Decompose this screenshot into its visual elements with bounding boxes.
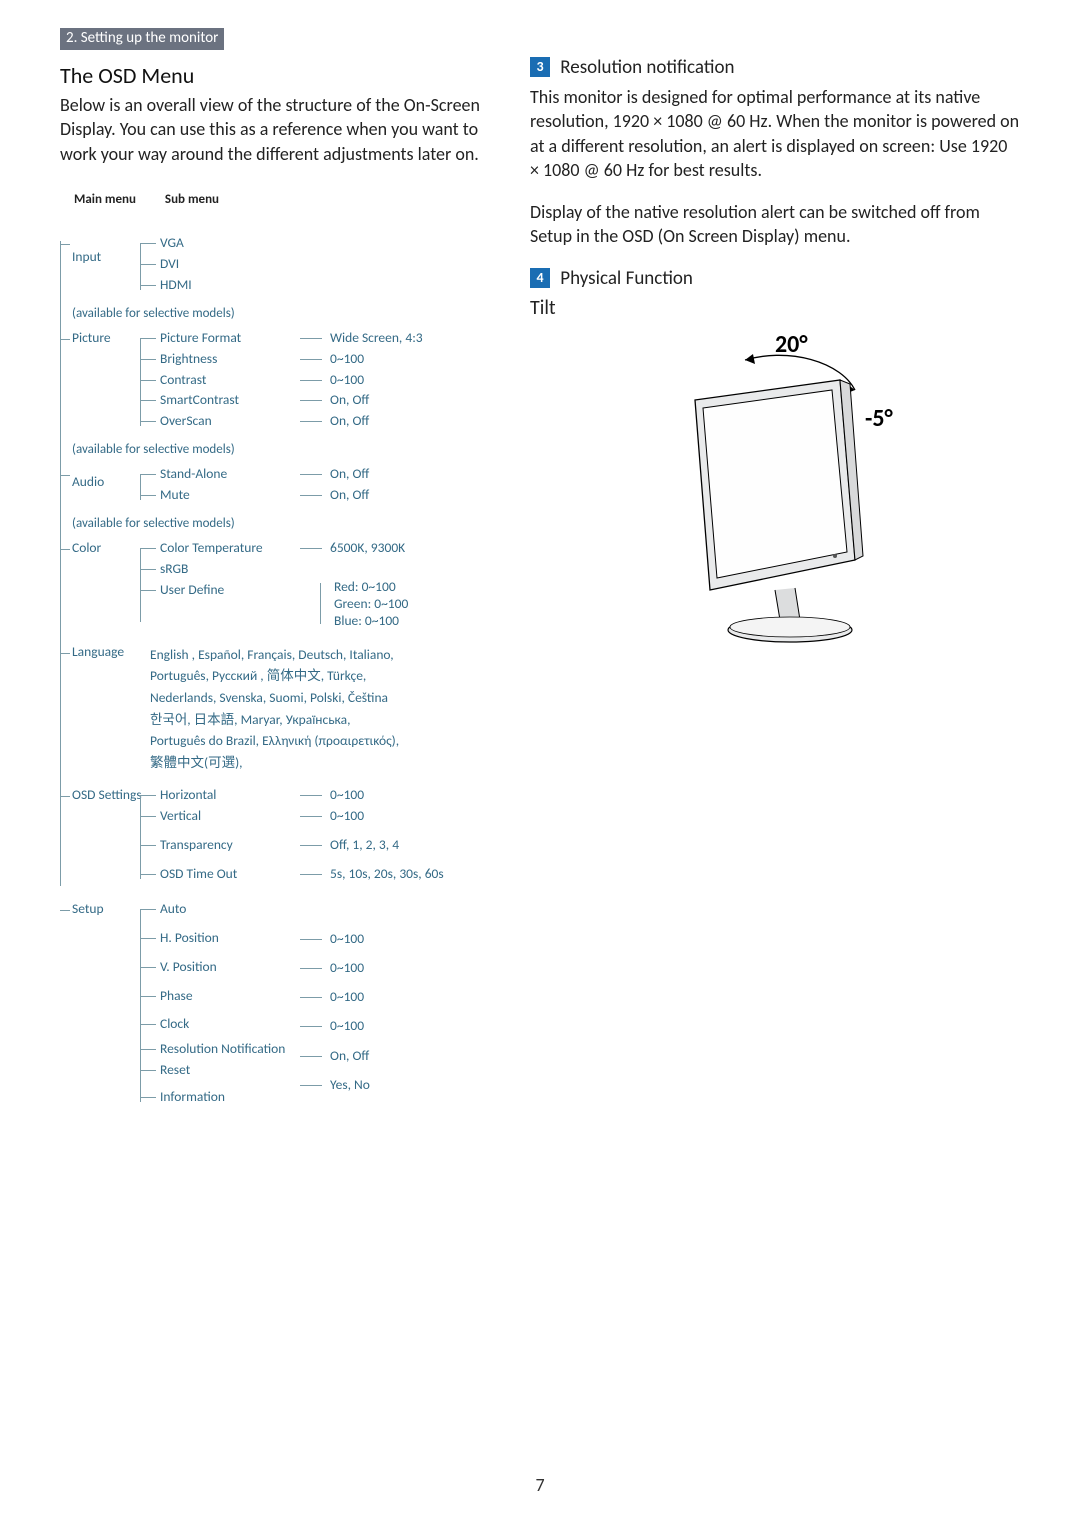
- cat-language: Language English , Español, Français, De…: [60, 644, 490, 774]
- sub-transparency: Transparency: [150, 837, 300, 854]
- menu-headers: Main menu Sub menu: [60, 192, 490, 207]
- sub-overscan: OverScan: [150, 413, 300, 430]
- val-overscan: On, Off: [300, 413, 490, 430]
- cat-osd-settings: OSD Settings Horizontal Vertical Transpa…: [60, 787, 490, 887]
- sub-brightness: Brightness: [150, 351, 300, 368]
- lang-line-4: Português do Brazil, Ελληνική (προαιρετι…: [150, 730, 490, 752]
- tilt-illustration: 20° -5°: [530, 330, 1020, 655]
- cat-input: Input VGA DVI HDMI: [60, 235, 490, 298]
- sub-user-define: User Define: [150, 582, 300, 599]
- sub-picture-format: Picture Format: [150, 330, 300, 347]
- val-brightness: 0~100: [300, 351, 490, 368]
- val-standalone: On, Off: [300, 466, 490, 483]
- section-3-p1: This monitor is designed for optimal per…: [530, 85, 1020, 182]
- cat-picture-label: Picture: [60, 330, 150, 434]
- cat-audio: Audio Stand-Alone Mute On, Off On, Off: [60, 466, 490, 508]
- val-vertical: 0~100: [300, 808, 490, 825]
- header-sub: Sub menu: [165, 192, 219, 207]
- osd-menu-intro: Below is an overall view of the structur…: [60, 93, 490, 166]
- cat-language-label: Language: [60, 644, 150, 774]
- sub-vertical: Vertical: [150, 808, 300, 825]
- sub-information: Information: [150, 1089, 300, 1106]
- val-transparency: Off, 1, 2, 3, 4: [300, 837, 490, 854]
- lang-line-3: 한국어, 日本語, Maryar, Українська,: [150, 709, 490, 731]
- osd-tree: Input VGA DVI HDMI (available for select…: [60, 235, 490, 1110]
- cat-input-label: Input: [60, 235, 150, 298]
- sub-reset: Reset: [150, 1062, 300, 1079]
- sub-contrast: Contrast: [150, 372, 300, 389]
- right-column: 3 Resolution notification This monitor i…: [530, 56, 1020, 1118]
- section-3-head: 3 Resolution notification: [530, 56, 1020, 79]
- sub-phase: Phase: [150, 988, 300, 1005]
- sub-smartcontrast: SmartContrast: [150, 392, 300, 409]
- section-3-title: Resolution notification: [560, 56, 734, 79]
- note-selective-2: (available for selective models): [72, 442, 490, 458]
- sub-vga: VGA: [150, 235, 300, 252]
- lang-line-2: Nederlands, Svenska, Suomi, Polski, Češt…: [150, 687, 490, 709]
- sub-resnotif: Resolution Notification: [150, 1041, 300, 1058]
- sub-mute: Mute: [150, 487, 300, 504]
- sub-standalone: Stand-Alone: [150, 466, 300, 483]
- val-phase: 0~100: [300, 989, 490, 1006]
- tilt-angle-fwd: -5°: [865, 404, 894, 433]
- sub-auto: Auto: [150, 901, 300, 918]
- sub-horizontal: Horizontal: [150, 787, 300, 804]
- cat-osd-settings-label: OSD Settings: [60, 787, 150, 887]
- val-color-temp: 6500K, 9300K: [300, 540, 490, 557]
- sub-hposition: H. Position: [150, 930, 300, 947]
- cat-audio-label: Audio: [60, 466, 150, 508]
- sub-clock: Clock: [150, 1016, 300, 1033]
- section-4-head: 4 Physical Function: [530, 267, 1020, 290]
- lang-line-5: 繁體中文(可選),: [150, 752, 490, 774]
- sub-osd-timeout: OSD Time Out: [150, 866, 300, 883]
- badge-3: 3: [530, 57, 550, 77]
- val-resnotif: On, Off: [300, 1048, 490, 1065]
- val-vposition: 0~100: [300, 960, 490, 977]
- val-clock: 0~100: [300, 1018, 490, 1035]
- header-main: Main menu: [74, 192, 136, 207]
- sub-dvi: DVI: [150, 256, 300, 273]
- lang-line-1: Português, Русский , 简体中文, Türkçe,: [150, 665, 490, 687]
- chapter-bar: 2. Setting up the monitor: [60, 28, 224, 50]
- osd-menu-title: The OSD Menu: [60, 62, 490, 89]
- section-3-p2: Display of the native resolution alert c…: [530, 200, 1020, 249]
- val-green: Green: 0~100: [330, 596, 490, 613]
- lang-line-0: English , Español, Français, Deutsch, It…: [150, 644, 490, 666]
- note-selective-1: (available for selective models): [72, 306, 490, 322]
- sub-hdmi: HDMI: [150, 277, 300, 294]
- cat-setup: Setup Auto H. Position V. Position Phase…: [60, 901, 490, 1110]
- val-red: Red: 0~100: [330, 579, 490, 596]
- page-number: 7: [0, 1474, 1080, 1496]
- sub-srgb: sRGB: [150, 561, 300, 578]
- note-selective-3: (available for selective models): [72, 516, 490, 532]
- cat-setup-label: Setup: [60, 901, 150, 1110]
- sub-vposition: V. Position: [150, 959, 300, 976]
- val-horizontal: 0~100: [300, 787, 490, 804]
- val-blue: Blue: 0~100: [330, 613, 490, 630]
- val-hposition: 0~100: [300, 931, 490, 948]
- val-reset: Yes, No: [300, 1077, 490, 1094]
- val-osd-timeout: 5s, 10s, 20s, 30s, 60s: [300, 866, 490, 883]
- sub-color-temp: Color Temperature: [150, 540, 300, 557]
- section-4-title: Physical Function: [560, 267, 693, 290]
- badge-4: 4: [530, 268, 550, 288]
- cat-picture: Picture Picture Format Brightness Contra…: [60, 330, 490, 434]
- left-column: The OSD Menu Below is an overall view of…: [60, 56, 490, 1118]
- cat-color: Color Color Temperature sRGB User Define…: [60, 540, 490, 630]
- cat-color-label: Color: [60, 540, 150, 630]
- val-mute: On, Off: [300, 487, 490, 504]
- val-smartcontrast: On, Off: [300, 392, 490, 409]
- val-contrast: 0~100: [300, 372, 490, 389]
- tilt-label: Tilt: [530, 296, 1020, 320]
- tilt-angle-back: 20°: [775, 330, 808, 359]
- val-picture-format: Wide Screen, 4:3: [300, 330, 490, 347]
- val-user-define-group: Red: 0~100 Green: 0~100 Blue: 0~100: [300, 579, 490, 630]
